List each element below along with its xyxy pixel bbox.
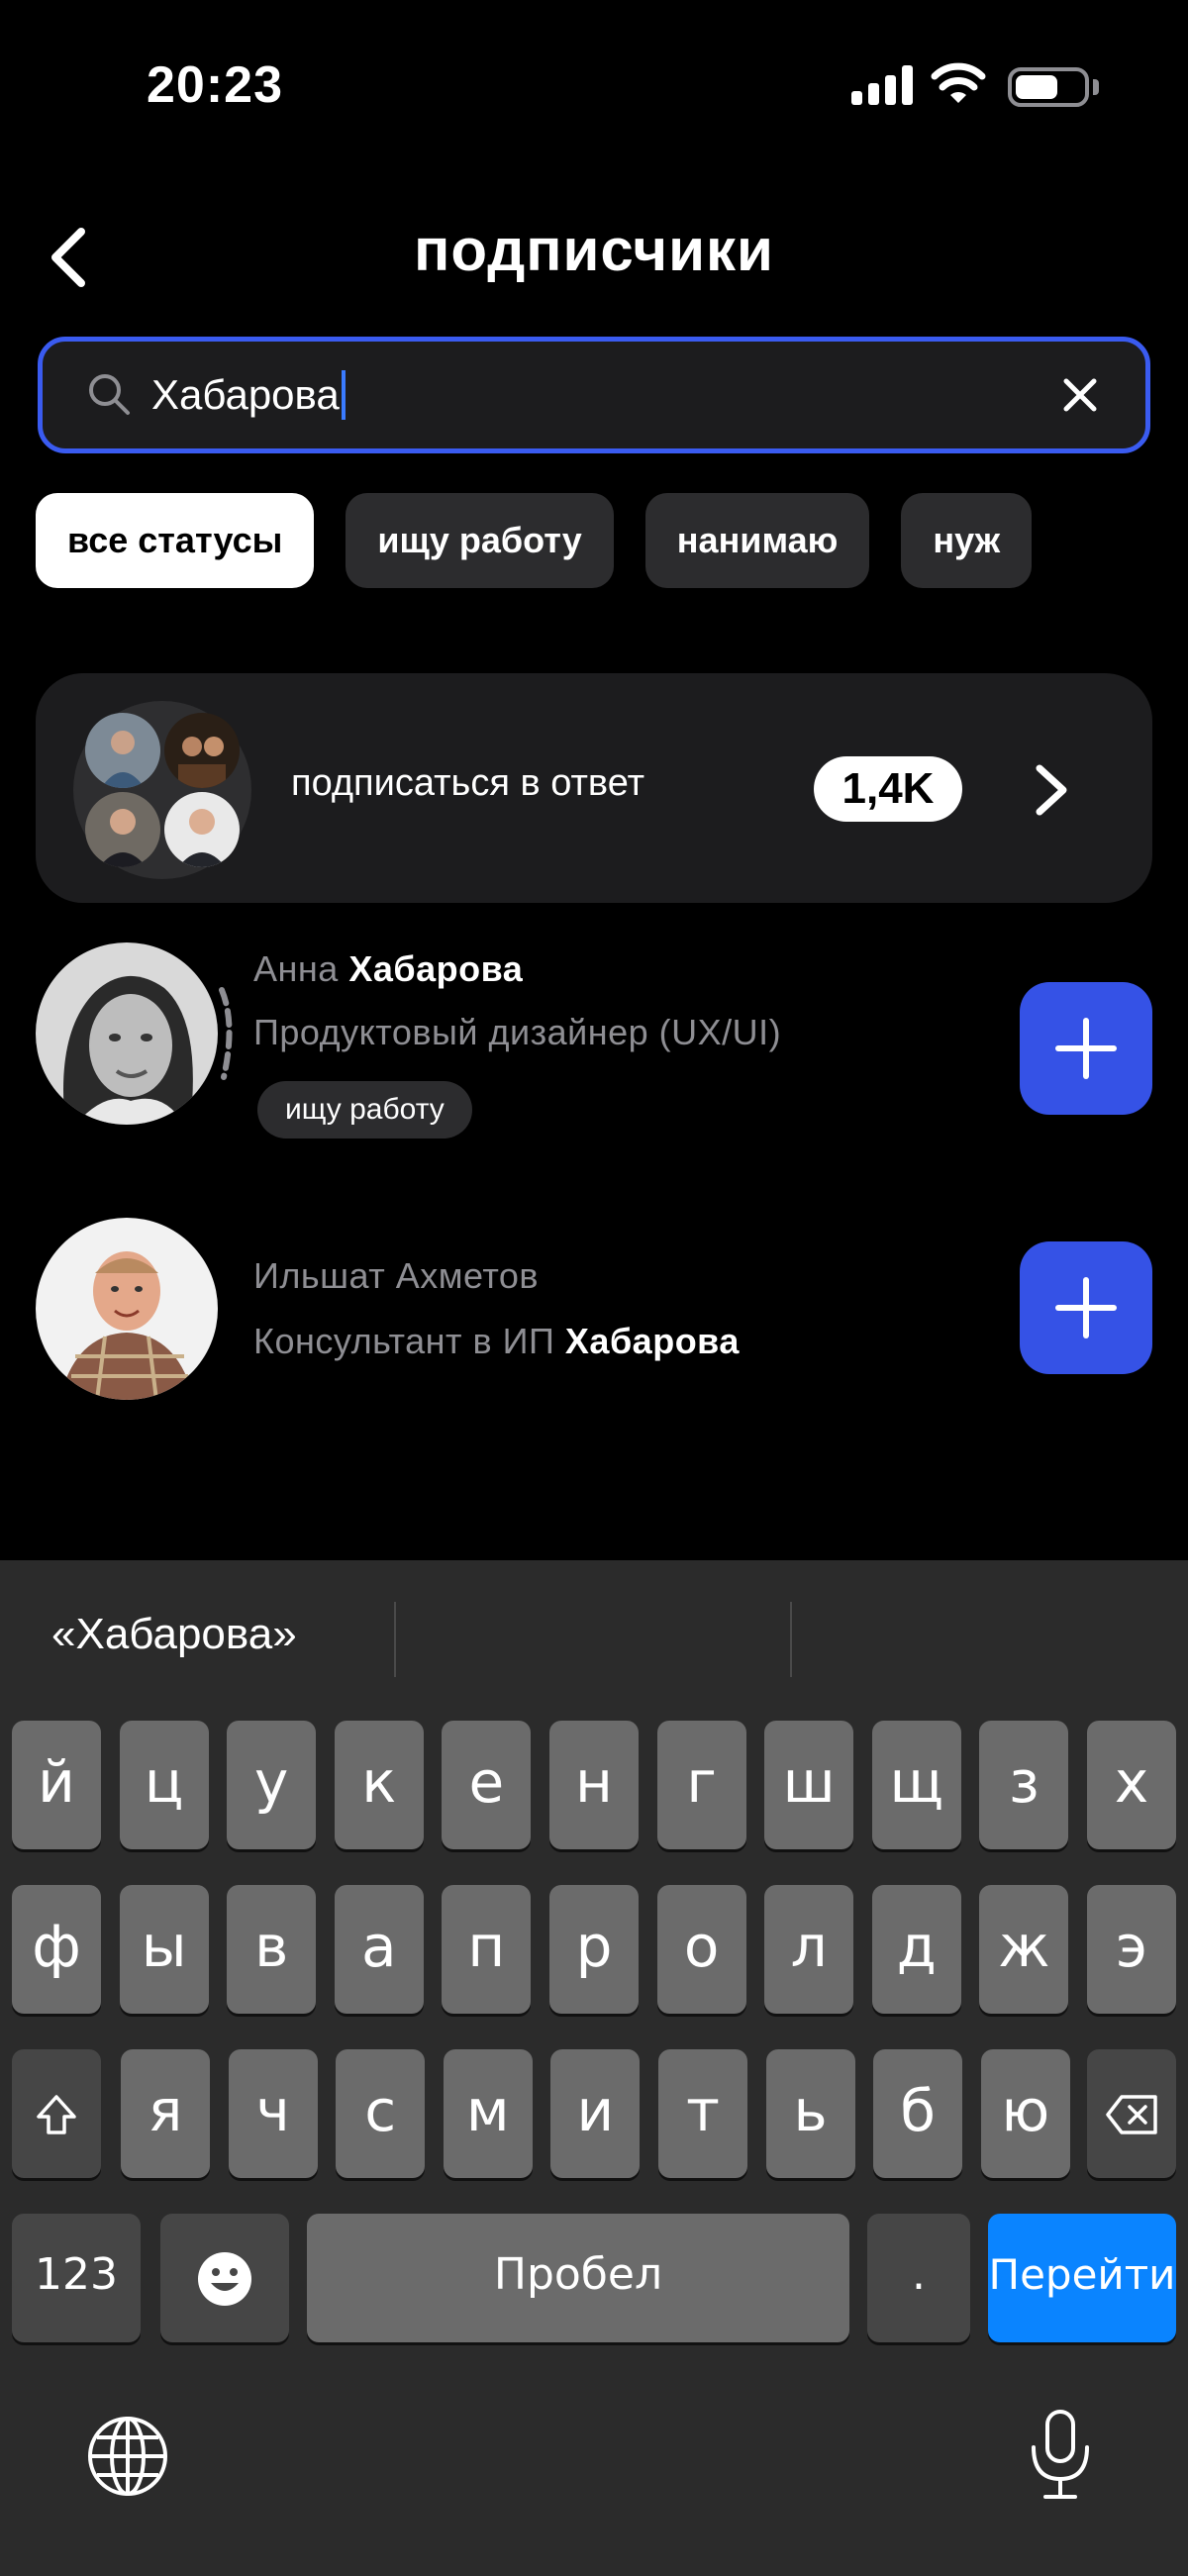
key-т[interactable]: т — [658, 2049, 747, 2178]
go-key[interactable]: Перейти — [988, 2214, 1176, 2342]
key-с[interactable]: с — [336, 2049, 426, 2178]
search-field[interactable]: Хабарова — [38, 337, 1150, 453]
key-э[interactable]: э — [1087, 1885, 1176, 2014]
key-о[interactable]: о — [656, 1885, 746, 2014]
follow-back-label: подписаться в ответ — [291, 762, 644, 804]
key-ж[interactable]: ж — [979, 1885, 1069, 2014]
add-user-button[interactable] — [1020, 982, 1152, 1115]
add-user-button[interactable] — [1020, 1241, 1152, 1374]
shift-icon — [37, 2095, 76, 2134]
page-title: подписчики — [414, 217, 774, 283]
chevron-right-icon — [1036, 764, 1067, 816]
avatar — [85, 792, 160, 867]
period-key[interactable]: . — [867, 2214, 970, 2342]
emoji-key[interactable] — [160, 2214, 289, 2342]
key-х[interactable]: х — [1087, 1721, 1176, 1849]
avatar-cluster — [73, 701, 251, 879]
key-ю[interactable]: ю — [980, 2049, 1070, 2178]
avatar[interactable] — [36, 942, 218, 1125]
key-н[interactable]: н — [549, 1721, 639, 1849]
key-ф[interactable]: ф — [12, 1885, 101, 2014]
numbers-key[interactable]: 123 — [12, 2214, 141, 2342]
key-и[interactable]: и — [550, 2049, 641, 2178]
backspace-icon — [1106, 2095, 1157, 2134]
wifi-icon — [931, 62, 986, 103]
chip-all-statuses[interactable]: все статусы — [36, 493, 315, 588]
avatar — [85, 713, 160, 788]
key-м[interactable]: м — [443, 2049, 533, 2178]
key-щ[interactable]: щ — [871, 1721, 961, 1849]
key-ы[interactable]: ы — [119, 1885, 209, 2014]
key-г[interactable]: г — [656, 1721, 746, 1849]
microphone-icon[interactable] — [1026, 2408, 1095, 2503]
keyboard: «Хабарова» йцукенгшщзх фывапролджэ ячсми… — [0, 1560, 1188, 2576]
text-cursor — [341, 370, 346, 420]
key-е[interactable]: е — [442, 1721, 532, 1849]
key-ш[interactable]: ш — [764, 1721, 854, 1849]
search-input-value: Хабарова — [151, 371, 340, 418]
key-ц[interactable]: ц — [119, 1721, 209, 1849]
user-name: Анна Хабарова — [253, 948, 524, 989]
key-б[interactable]: б — [873, 2049, 963, 2178]
chip-looking-for-work[interactable]: ищу работу — [346, 493, 614, 588]
key-п[interactable]: п — [442, 1885, 532, 2014]
key-ч[interactable]: ч — [228, 2049, 318, 2178]
key-д[interactable]: д — [871, 1885, 961, 2014]
key-й[interactable]: й — [12, 1721, 101, 1849]
status-badge: ищу работу — [257, 1081, 472, 1139]
emoji-icon — [198, 2251, 251, 2306]
key-а[interactable]: а — [334, 1885, 424, 2014]
list-item[interactable]: Ильшат Ахметов Консультант в ИП Хабарова — [36, 1218, 1152, 1402]
space-key[interactable]: Пробел — [307, 2214, 849, 2342]
shift-key[interactable] — [12, 2049, 101, 2178]
key-у[interactable]: у — [227, 1721, 317, 1849]
key-ь[interactable]: ь — [765, 2049, 855, 2178]
status-bar: 20:23 — [0, 0, 1188, 178]
user-position: Продуктовый дизайнер (UX/UI) — [253, 1012, 782, 1052]
chip-hiring[interactable]: нанимаю — [644, 493, 870, 588]
user-position: Консультант в ИП Хабарова — [253, 1321, 740, 1361]
cellular-signal-icon — [851, 65, 915, 105]
globe-icon[interactable] — [85, 2414, 170, 2499]
key-я[interactable]: я — [121, 2049, 210, 2178]
key-к[interactable]: к — [334, 1721, 424, 1849]
follow-back-card[interactable]: подписаться в ответ 1,4K — [36, 673, 1152, 903]
key-л[interactable]: л — [764, 1885, 854, 2014]
battery-icon — [1008, 67, 1089, 107]
status-time: 20:23 — [147, 56, 283, 114]
story-ring-icon — [219, 987, 233, 1080]
search-icon — [89, 374, 130, 415]
avatar — [164, 792, 240, 867]
avatar[interactable] — [36, 1218, 218, 1400]
clear-search-icon[interactable] — [1056, 371, 1104, 419]
suggestion-bar: «Хабарова» — [0, 1560, 1188, 1709]
key-в[interactable]: в — [227, 1885, 317, 2014]
chip-need[interactable]: нуж — [901, 493, 1033, 588]
search-input[interactable]: Хабарова — [151, 355, 346, 435]
follower-count-badge: 1,4K — [814, 756, 962, 822]
suggestion[interactable]: «Хабарова» — [51, 1610, 297, 1659]
status-filter-chips: все статусы ищу работу нанимаю нуж — [36, 493, 1188, 590]
backspace-key[interactable] — [1087, 2049, 1176, 2178]
key-з[interactable]: з — [979, 1721, 1069, 1849]
key-р[interactable]: р — [549, 1885, 639, 2014]
user-name: Ильшат Ахметов — [253, 1255, 540, 1296]
avatar — [164, 713, 240, 788]
list-item[interactable]: Анна Хабарова Продуктовый дизайнер (UX/U… — [36, 941, 1152, 1158]
